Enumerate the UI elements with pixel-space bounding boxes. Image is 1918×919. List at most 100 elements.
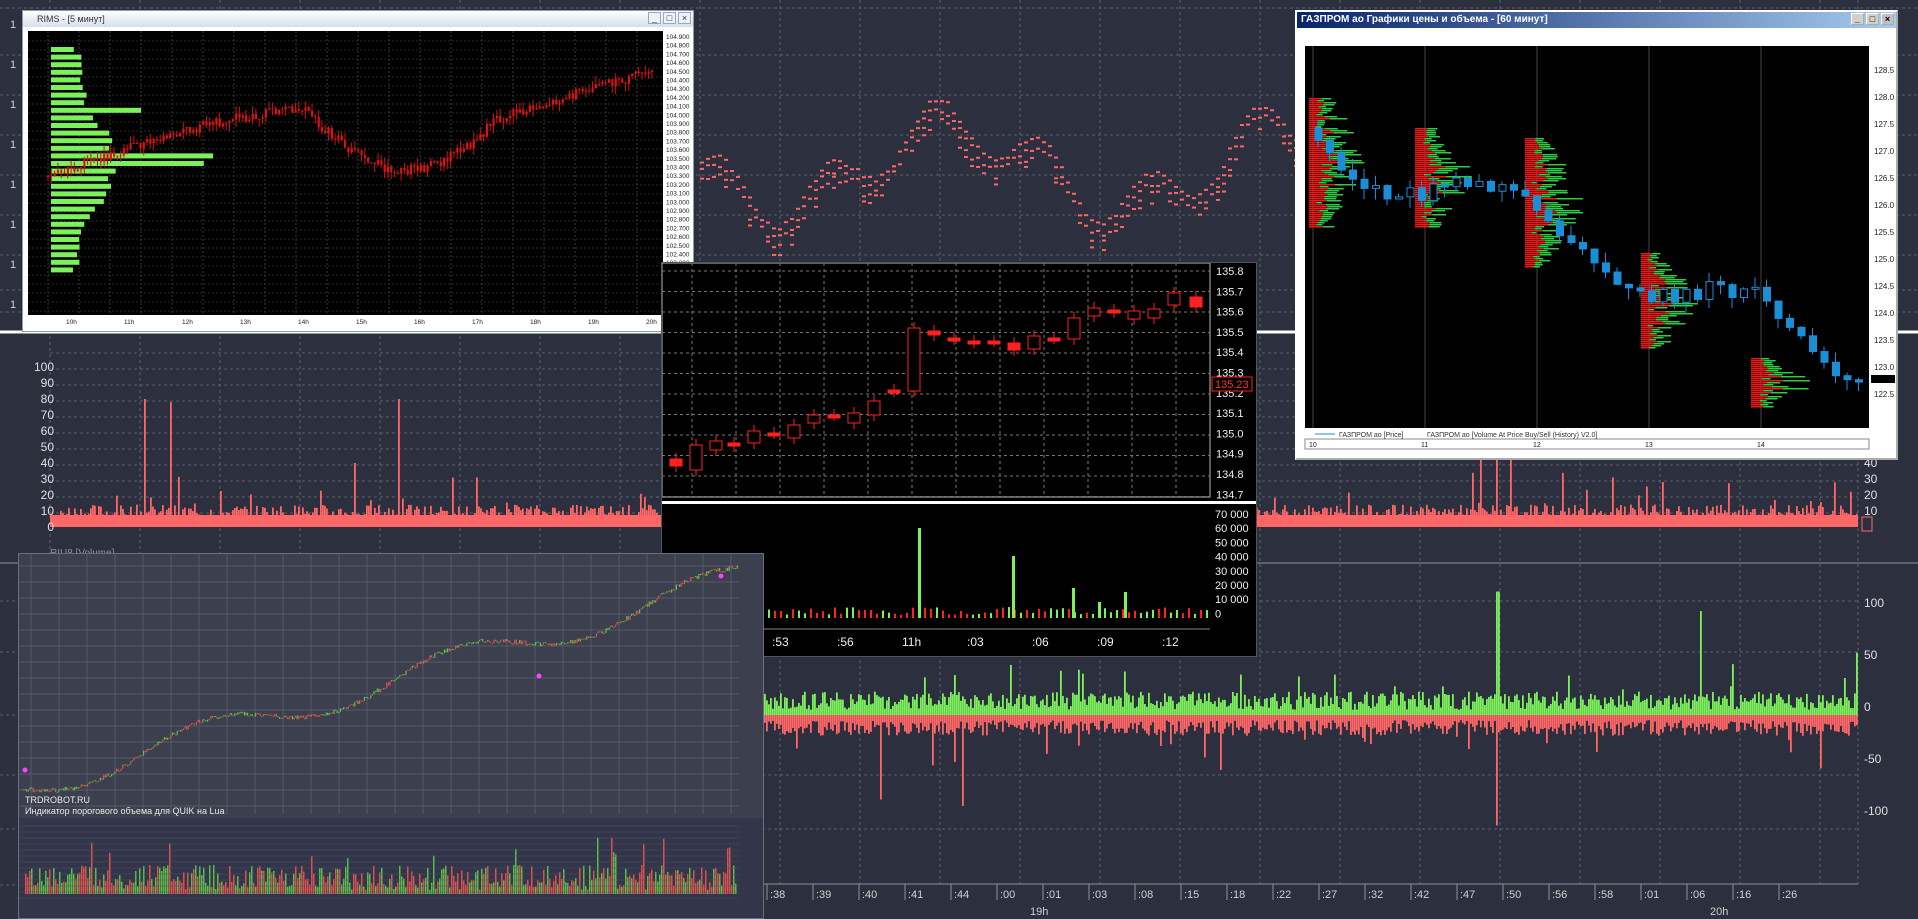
close-button[interactable]: ×	[678, 12, 691, 24]
gaz-candle	[1855, 379, 1863, 383]
minimize-button[interactable]: _	[648, 12, 661, 24]
delta-bar-up	[1286, 697, 1288, 715]
rims-candle	[476, 139, 479, 141]
delta-bar-up	[1068, 709, 1070, 715]
delta-bar-down	[1620, 715, 1622, 723]
rims-chart[interactable]: 104.900104.800104.700104.600104.500104.4…	[23, 27, 693, 331]
rims-candle	[119, 155, 122, 157]
rims-candle	[350, 148, 353, 153]
trd-candle	[520, 639, 522, 645]
trd-candle	[653, 599, 655, 603]
trdrobot-window[interactable]: TRDROBOT.RU Индикатор порогового объема …	[18, 553, 764, 919]
trd-candle	[423, 660, 425, 664]
gaz-candle	[1659, 288, 1668, 303]
rims-titlebar[interactable]: RIMS - [5 минут] _ □ ×	[23, 11, 693, 27]
gaz-profile-buy	[1538, 160, 1550, 162]
price-dash	[934, 100, 938, 103]
cdl-volume-bar	[870, 609, 872, 618]
delta-tick: 100	[1864, 596, 1884, 610]
trd-candle	[256, 713, 258, 715]
trd-candle	[656, 598, 658, 601]
delta-bar-up	[1234, 695, 1236, 715]
gazprom-window[interactable]: ГАЗПРОМ ао Графики цены и объема - [60 м…	[1295, 10, 1898, 460]
trd-candle	[275, 713, 277, 717]
delta-bar-down	[1468, 715, 1470, 750]
delta-bar-down	[1086, 715, 1088, 731]
rims-candle	[413, 164, 416, 166]
trd-candle	[647, 604, 649, 607]
delta-bar-down	[1138, 715, 1140, 725]
price-dash	[1072, 200, 1076, 203]
trd-candle	[200, 722, 202, 724]
delta-bar-down	[912, 715, 914, 724]
delta-bar-down	[1022, 715, 1024, 731]
delta-bar-down	[1358, 715, 1360, 735]
delta-bar-down	[1790, 715, 1792, 753]
trd-candle	[227, 715, 229, 717]
trd-candle	[354, 701, 356, 707]
delta-bar-up	[1152, 704, 1154, 715]
trd-candle	[74, 786, 76, 791]
gaz-profile-sell	[1525, 220, 1545, 222]
delta-bar-down	[1178, 715, 1180, 722]
delta-tick: 0	[1864, 700, 1871, 714]
volume-tick-right: 30	[1864, 472, 1878, 486]
trd-volume-bar	[223, 885, 225, 894]
rims-time-tick: 15h	[356, 319, 367, 326]
trd-volume-bar	[577, 885, 579, 894]
maximize-button[interactable]: □	[1866, 13, 1879, 25]
price-dash	[928, 109, 932, 112]
delta-bar-up	[978, 700, 980, 715]
cdl-volume-bar	[774, 610, 776, 618]
time-tick: :47	[1460, 889, 1475, 901]
trd-candle	[378, 688, 380, 693]
top-left-tick: 1	[10, 99, 16, 111]
trd-volume-bar	[667, 872, 669, 894]
price-dash	[1114, 229, 1118, 232]
trd-volume-bar	[481, 868, 483, 894]
gazprom-chart[interactable]: 128.5128.0127.5127.0126.5126.0125.5125.0…	[1297, 28, 1896, 458]
delta-bar-down	[978, 715, 980, 729]
delta-bar-up	[1248, 699, 1250, 715]
maximize-button[interactable]: □	[663, 12, 676, 24]
price-dash	[898, 163, 902, 166]
rims-window[interactable]: RIMS - [5 минут] _ □ × 104.900 104.800 104…	[22, 10, 694, 332]
delta-bar-up	[1362, 703, 1364, 715]
rims-candle	[383, 164, 386, 173]
rims-candle	[565, 98, 568, 100]
delta-bar-down	[962, 715, 964, 806]
rims-candle	[63, 172, 66, 174]
delta-bar-up	[1372, 695, 1374, 715]
price-dash	[802, 217, 806, 220]
delta-bar-up	[1550, 704, 1552, 715]
gaz-profile-buy	[1767, 396, 1782, 398]
trd-volume-bar	[197, 876, 199, 894]
delta-bar-down	[1220, 715, 1222, 770]
price-dash	[1258, 128, 1262, 131]
trd-volume-bar	[475, 872, 477, 894]
cdl-volume-bar	[852, 607, 854, 618]
gazprom-titlebar[interactable]: ГАЗПРОМ ао Графики цены и объема - [60 м…	[1297, 12, 1896, 28]
trd-volume-bar	[459, 889, 461, 894]
gaz-candle	[1763, 286, 1771, 302]
delta-bar-up	[1668, 695, 1670, 715]
delta-bar-down	[1372, 715, 1374, 729]
delta-bar-up	[1354, 703, 1356, 715]
delta-bar-down	[1342, 715, 1344, 723]
minimize-button[interactable]: _	[1851, 13, 1864, 25]
gaz-profile-sell	[1309, 100, 1318, 102]
delta-bar-down	[824, 715, 826, 728]
rims-price-tick: 102.400	[666, 252, 690, 259]
close-button[interactable]: ×	[1881, 13, 1894, 25]
delta-bar-up	[802, 695, 804, 715]
time-tick: :18	[1230, 889, 1245, 901]
delta-bar-up	[1450, 706, 1452, 715]
delta-bar-down	[784, 715, 786, 735]
delta-bar-up	[1650, 694, 1652, 715]
trd-volume-bar	[521, 866, 523, 894]
trd-volume-bar	[711, 887, 713, 894]
rims-time-tick: 13h	[240, 319, 251, 326]
rims-candle	[525, 111, 528, 115]
trdrobot-chart[interactable]	[19, 554, 763, 918]
trd-candle	[567, 642, 569, 644]
